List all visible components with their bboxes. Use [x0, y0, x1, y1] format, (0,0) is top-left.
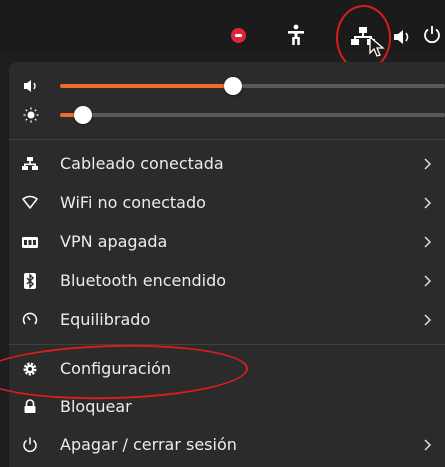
- bluetooth-icon: [24, 273, 36, 289]
- wifi-icon: [22, 195, 38, 209]
- volume-slider-fill: [60, 84, 234, 88]
- chevron-right-icon: [424, 314, 432, 326]
- chevron-right-icon: [424, 439, 432, 451]
- speaker-icon: [24, 80, 36, 92]
- brightness-slider-handle[interactable]: [74, 106, 93, 124]
- quick-settings-menu: Cableado conectada WiFi no conectado VPN…: [9, 62, 445, 467]
- chevron-right-icon: [424, 158, 432, 170]
- do-not-disturb-icon[interactable]: [231, 28, 246, 43]
- vpn-icon: [22, 237, 38, 248]
- menu-item-label: Bloquear: [60, 397, 132, 416]
- accessibility-icon[interactable]: [286, 24, 306, 46]
- chevron-right-icon: [424, 236, 432, 248]
- menu-item-power-mode[interactable]: Equilibrado: [9, 301, 445, 339]
- chevron-right-icon: [424, 197, 432, 209]
- volume-slider-handle[interactable]: [224, 77, 243, 95]
- volume-slider-row: [9, 71, 445, 101]
- volume-icon[interactable]: [393, 28, 411, 46]
- power-mode-icon: [22, 312, 38, 325]
- menu-item-label: Equilibrado: [60, 310, 151, 329]
- menu-item-bluetooth[interactable]: Bluetooth encendido: [9, 262, 445, 300]
- power-icon: [23, 437, 37, 453]
- menu-item-power-off[interactable]: Apagar / cerrar sesión: [9, 426, 445, 464]
- menu-item-label: Bluetooth encendido: [60, 271, 227, 290]
- brightness-slider-row: [9, 100, 445, 130]
- menu-item-label: WiFi no conectado: [60, 193, 206, 212]
- menu-item-wired[interactable]: Cableado conectada: [9, 145, 445, 183]
- power-icon[interactable]: [422, 25, 442, 45]
- menu-item-label: Cableado conectada: [60, 154, 224, 173]
- menu-item-vpn[interactable]: VPN apagada: [9, 223, 445, 261]
- divider: [9, 139, 445, 140]
- menu-item-label: Apagar / cerrar sesión: [60, 435, 237, 454]
- wired-network-icon: [22, 157, 38, 170]
- sun-icon: [23, 107, 39, 123]
- menu-item-label: VPN apagada: [60, 232, 168, 251]
- brightness-slider[interactable]: [60, 106, 445, 124]
- menu-item-wifi[interactable]: WiFi no conectado: [9, 184, 445, 222]
- lock-icon: [24, 399, 36, 413]
- divider: [9, 344, 445, 345]
- volume-slider[interactable]: [60, 77, 445, 95]
- chevron-right-icon: [424, 275, 432, 287]
